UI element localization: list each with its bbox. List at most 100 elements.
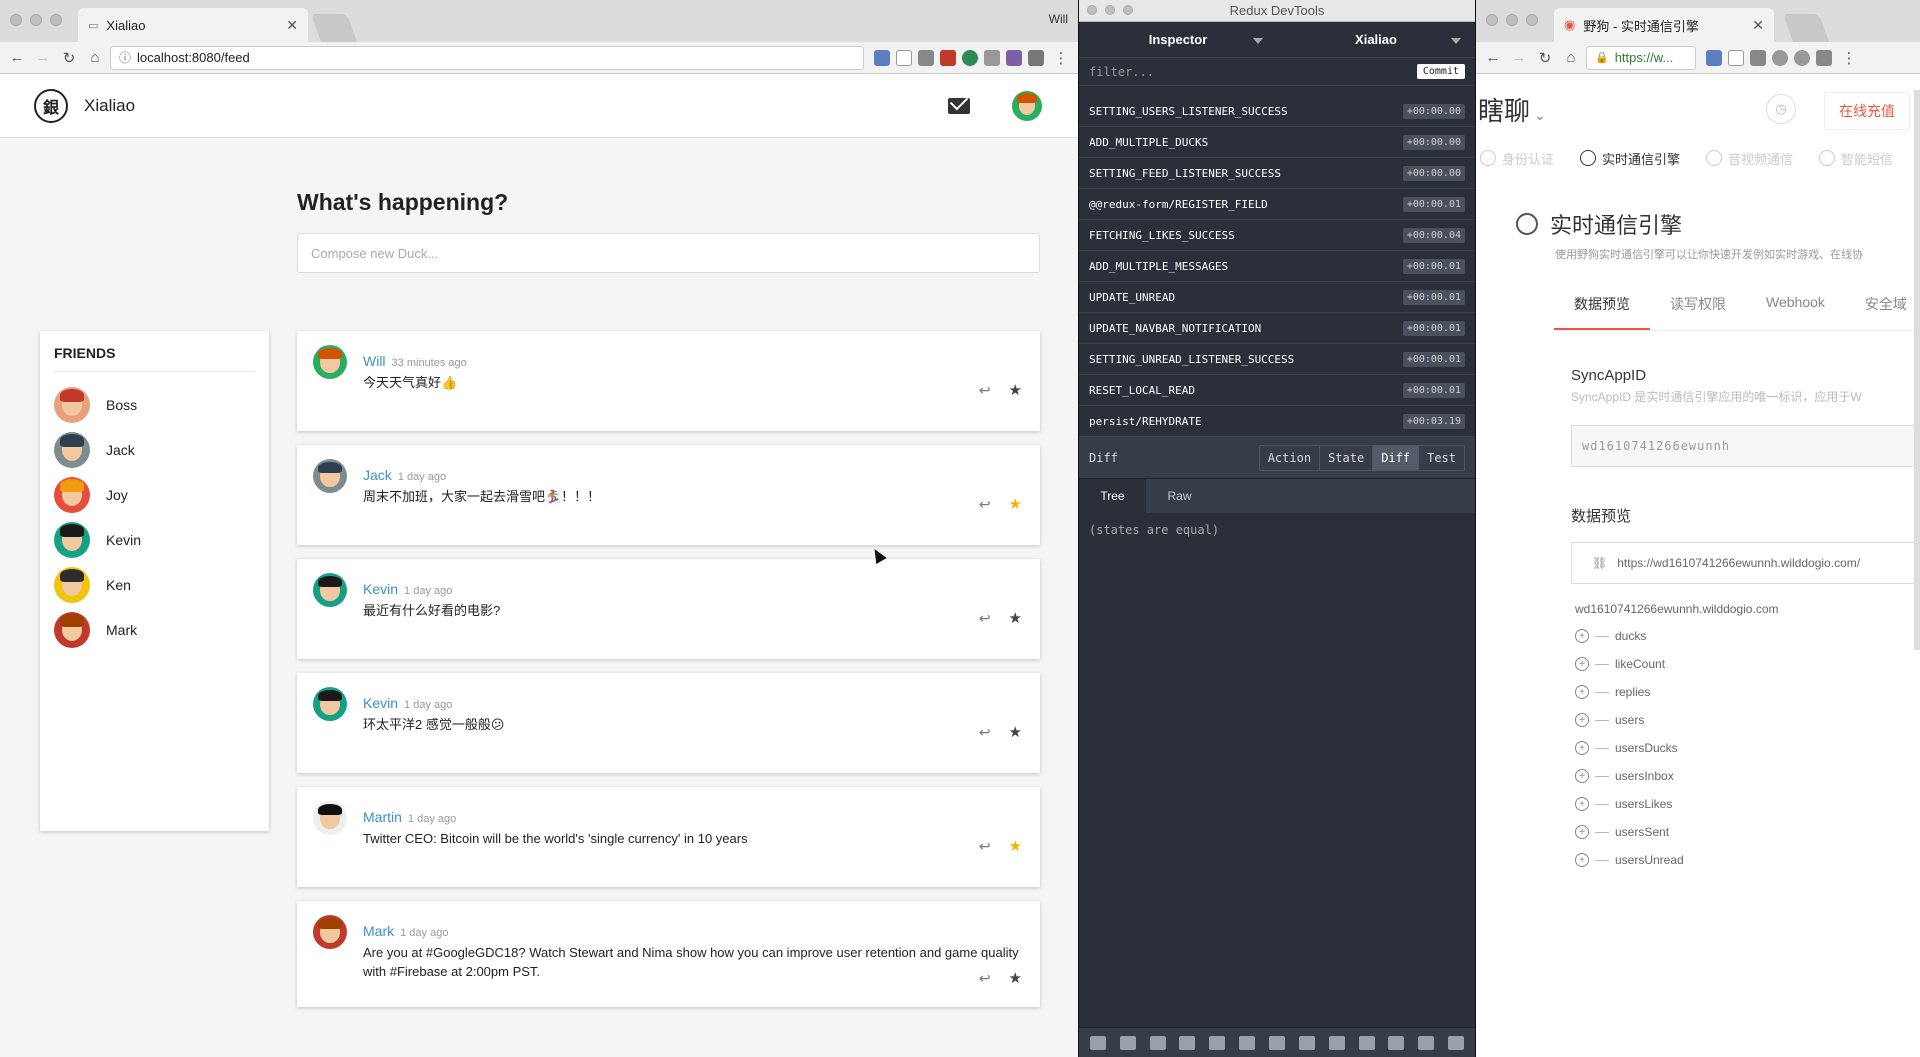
redux-devtools-icon[interactable] (1006, 49, 1022, 66)
window-controls[interactable] (10, 14, 62, 26)
tree-node[interactable]: + usersLikes (1575, 790, 1920, 818)
console-tab[interactable]: 安全域 (1845, 294, 1920, 330)
maximize-window-icon[interactable] (1526, 14, 1538, 26)
extension-icon[interactable] (918, 49, 934, 66)
star-icon[interactable]: ★ (1009, 969, 1022, 987)
avatar[interactable] (313, 801, 347, 835)
reload-icon[interactable]: ↻ (58, 47, 80, 69)
avatar[interactable] (313, 573, 347, 607)
action-item[interactable]: RESET_LOCAL_READ +00:00.01 (1079, 375, 1475, 406)
timer-icon[interactable] (1298, 1035, 1315, 1050)
forward-icon[interactable]: → (32, 47, 54, 69)
app-brand[interactable]: Xialiao (84, 96, 135, 116)
pin-icon[interactable] (1239, 1035, 1256, 1050)
reply-icon[interactable]: ↩ (979, 382, 991, 399)
extension-icon[interactable] (1816, 49, 1832, 66)
scrollbar[interactable] (1914, 90, 1920, 650)
toolbar-button-icon[interactable] (1268, 1035, 1285, 1050)
browser-tab-xialiao[interactable]: ▭ Xialiao ✕ (78, 8, 308, 42)
expand-icon[interactable]: + (1575, 797, 1589, 811)
toolbar-button-icon[interactable] (1149, 1035, 1166, 1050)
action-item[interactable]: SETTING_FEED_LISTENER_SUCCESS +00:00.00 (1079, 158, 1475, 189)
syncappid-field[interactable]: wd1610741266ewunnh (1571, 425, 1920, 467)
avatar[interactable] (54, 476, 90, 513)
new-tab-button[interactable] (1782, 14, 1830, 42)
avatar[interactable] (313, 345, 347, 379)
lock-icon[interactable] (1209, 1035, 1226, 1050)
duck-card[interactable]: Mark 1 day ago Are you at #GoogleGDC18? Wa… (297, 901, 1040, 1007)
close-tab-icon[interactable]: ✕ (1752, 17, 1764, 34)
expand-icon[interactable]: + (1575, 685, 1589, 699)
extension-icon[interactable] (1794, 49, 1810, 66)
extension-icon[interactable] (1028, 49, 1044, 66)
tree-node[interactable]: + usersUnread (1575, 846, 1920, 874)
duck-card[interactable]: Martin 1 day ago Twitter CEO: Bitcoin will… (297, 787, 1040, 887)
extension-icon[interactable] (962, 49, 978, 66)
tree-node[interactable]: + users (1575, 706, 1920, 734)
close-window-icon[interactable] (1087, 5, 1097, 15)
friend-item[interactable]: Kevin (54, 517, 255, 562)
browser-tab-wilddog[interactable]: ◉ 野狗 - 实时通信引擎 ✕ (1554, 8, 1774, 42)
extension-icon[interactable] (1772, 49, 1788, 66)
close-tab-icon[interactable]: ✕ (286, 17, 298, 34)
commit-button[interactable]: Commit (1416, 64, 1465, 79)
action-item[interactable]: persist/REHYDRATE +00:03.19 (1079, 406, 1475, 437)
tree-node[interactable]: + usersInbox (1575, 762, 1920, 790)
reply-icon[interactable]: ↩ (979, 496, 991, 513)
expand-icon[interactable]: + (1575, 629, 1589, 643)
profile-name[interactable]: Will (1049, 12, 1068, 26)
action-item[interactable]: SETTING_UNREAD_LISTENER_SUCCESS +00:00.01 (1079, 344, 1475, 375)
avatar[interactable] (313, 915, 347, 949)
tree-node[interactable]: + ducks (1575, 622, 1920, 650)
address-bar[interactable]: ⓘ localhost:8080/feed (110, 45, 864, 70)
toolbar-button-icon[interactable] (1179, 1035, 1196, 1050)
home-icon[interactable]: ⌂ (84, 47, 106, 69)
avatar[interactable] (54, 566, 90, 603)
expand-icon[interactable]: + (1575, 713, 1589, 727)
back-icon[interactable]: ← (1482, 47, 1504, 69)
expand-icon[interactable]: + (1575, 657, 1589, 671)
mail-icon[interactable] (948, 97, 970, 114)
instance-select[interactable]: Xialiao (1277, 22, 1475, 57)
toolbar-button-icon[interactable] (1089, 1035, 1106, 1050)
duck-card[interactable]: Kevin 1 day ago 环太平洋2 感觉一般般😕 ↩ ★ (297, 673, 1040, 773)
bookmark-star-icon[interactable] (896, 49, 912, 66)
expand-icon[interactable]: + (1575, 853, 1589, 867)
extension-icon[interactable] (940, 49, 956, 66)
avatar[interactable] (54, 386, 90, 423)
action-item[interactable]: @@redux-form/REGISTER_FIELD +00:00.01 (1079, 189, 1475, 220)
duck-card[interactable]: Kevin 1 day ago 最近有什么好看的电影? ↩ ★ (297, 559, 1040, 659)
avatar[interactable] (313, 687, 347, 721)
avatar[interactable] (54, 431, 90, 468)
reply-icon[interactable]: ↩ (979, 838, 991, 855)
filter-input[interactable]: filter... (1089, 65, 1154, 79)
settings-icon[interactable] (1448, 1035, 1465, 1050)
action-item[interactable]: ADD_MULTIPLE_DUCKS +00:00.00 (1079, 127, 1475, 158)
clock-icon[interactable]: ◷ (1766, 94, 1796, 124)
reply-icon[interactable]: ↩ (979, 724, 991, 741)
reply-icon[interactable]: ↩ (979, 970, 991, 987)
avatar[interactable] (313, 459, 347, 493)
star-icon[interactable]: ★ (1009, 837, 1022, 855)
monitor-select[interactable]: Inspector (1079, 22, 1277, 57)
product-nav-item[interactable]: 实时通信引擎 (1580, 144, 1680, 172)
menu-icon[interactable]: ⋮ (1050, 47, 1072, 69)
console-tab[interactable]: 读写权限 (1650, 294, 1746, 330)
user-avatar[interactable] (1012, 90, 1042, 121)
print-icon[interactable] (1388, 1035, 1405, 1050)
home-icon[interactable]: ⌂ (1560, 47, 1582, 69)
product-nav-item[interactable]: 智能短信 (1819, 144, 1893, 172)
duck-card[interactable]: Jack 1 day ago 周末不加班，大家一起去滑雪吧🏂！！！ ↩ ★ (297, 445, 1040, 545)
recharge-button[interactable]: 在线充值 (1824, 92, 1910, 130)
duck-author[interactable]: Jack (363, 467, 392, 483)
friend-item[interactable]: Ken (54, 562, 255, 607)
duck-author[interactable]: Kevin (363, 581, 398, 597)
action-item[interactable]: SETTING_USERS_LISTENER_SUCCESS +00:00.00 (1079, 96, 1475, 127)
forward-icon[interactable]: → (1508, 47, 1530, 69)
close-window-icon[interactable] (1486, 14, 1498, 26)
remote-icon[interactable] (1418, 1035, 1435, 1050)
maximize-window-icon[interactable] (50, 14, 62, 26)
tree-node[interactable]: + usersDucks (1575, 734, 1920, 762)
expand-icon[interactable]: + (1575, 741, 1589, 755)
close-window-icon[interactable] (10, 14, 22, 26)
